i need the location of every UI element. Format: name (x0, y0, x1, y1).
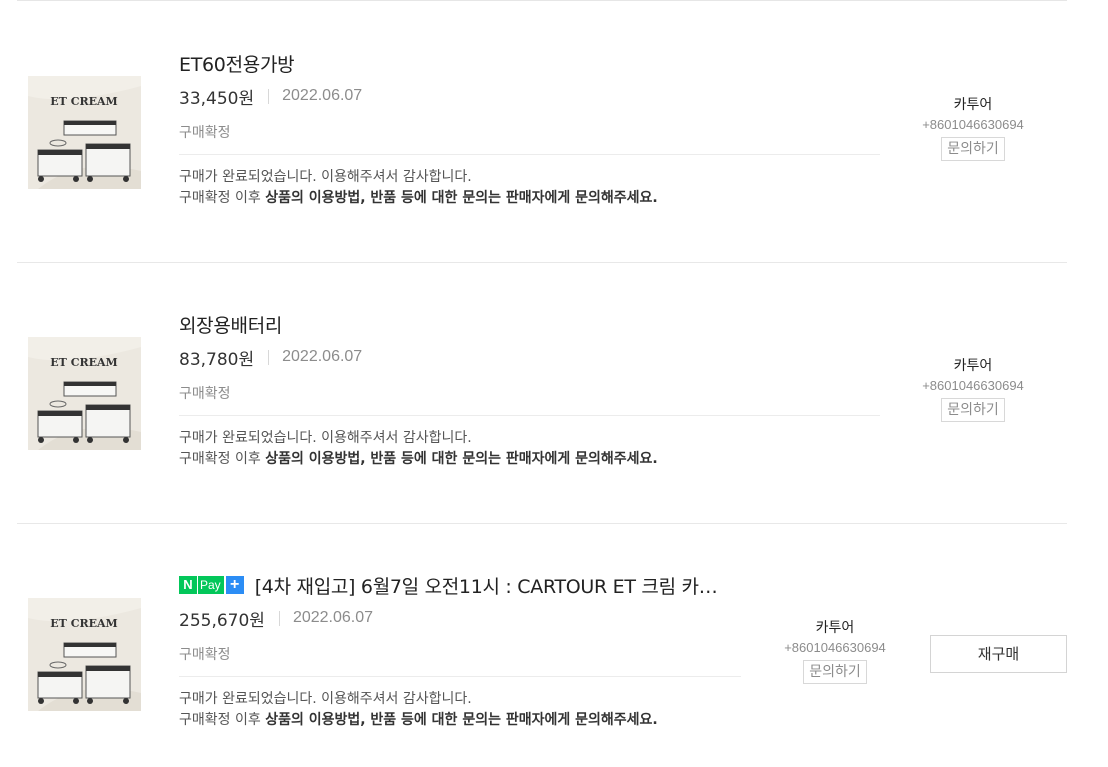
seller-phone: +8601046630694 (784, 640, 886, 655)
seller-info: 카투어 +8601046630694 문의하기 (903, 356, 1043, 422)
product-title-link[interactable]: ET60전용가방 (179, 50, 295, 77)
inquire-button[interactable]: 문의하기 (941, 137, 1005, 161)
order-message: 구매가 완료되었습니다. 이용해주셔서 감사합니다. 구매확정 이후 상품의 이… (179, 689, 658, 731)
price-date-separator (278, 610, 280, 626)
order-message: 구매가 완료되었습니다. 이용해주셔서 감사합니다. 구매확정 이후 상품의 이… (179, 167, 658, 209)
order-status: 구매확정 (179, 647, 231, 663)
message-divider (179, 154, 880, 155)
price-date-separator (268, 88, 270, 104)
seller-name: 카투어 (953, 358, 993, 374)
product-price: 255,670원 (179, 610, 265, 631)
message-line-2: 구매확정 이후 상품의 이용방법, 반품 등에 대한 문의는 판매자에게 문의해… (179, 188, 658, 209)
order-date: 2022.06.07 (292, 609, 374, 626)
message-prefix: 구매확정 이후 (179, 712, 266, 728)
inquire-button[interactable]: 문의하기 (941, 398, 1005, 422)
order-date: 2022.06.07 (282, 87, 363, 104)
thumbnail-logo: ET CREAM (50, 617, 117, 630)
price-row: 33,450원 2022.06.07 (179, 85, 363, 109)
message-line-1: 구매가 완료되었습니다. 이용해주셔서 감사합니다. (179, 430, 472, 446)
order-date: 2022.06.07 (282, 348, 363, 365)
product-thumbnail[interactable]: ET CREAM (28, 598, 141, 711)
thumbnail-logo: ET CREAM (50, 356, 117, 369)
message-divider (179, 676, 741, 677)
message-prefix: 구매확정 이후 (179, 451, 266, 467)
product-title-link[interactable]: 외장용배터리 (179, 311, 282, 338)
product-title-row: N Pay + [4차 재입고] 6월7일 오전11시 : CARTOUR ET… (179, 572, 718, 599)
message-bold: 상품의 이용방법, 반품 등에 대한 문의는 판매자에게 문의해주세요. (265, 190, 658, 206)
message-bold: 상품의 이용방법, 반품 등에 대한 문의는 판매자에게 문의해주세요. (265, 451, 658, 467)
thumbnail-logo: ET CREAM (50, 95, 117, 108)
product-thumbnail[interactable]: ET CREAM (28, 76, 141, 189)
plus-icon: + (225, 576, 244, 594)
product-price: 83,780원 (179, 349, 255, 370)
order-item: ET CREAM ET60전용가방 33,450원 2022.06.07 구매확… (0, 1, 1108, 263)
product-thumbnail[interactable]: ET CREAM (28, 337, 141, 450)
price-date-separator (268, 349, 270, 365)
rebuy-button[interactable]: 재구매 (930, 635, 1067, 673)
message-line-1: 구매가 완료되었습니다. 이용해주셔서 감사합니다. (179, 691, 472, 707)
naver-pay-label: Pay (197, 576, 224, 594)
message-bold: 상품의 이용방법, 반품 등에 대한 문의는 판매자에게 문의해주세요. (265, 712, 658, 728)
message-line-2: 구매확정 이후 상품의 이용방법, 반품 등에 대한 문의는 판매자에게 문의해… (179, 710, 658, 731)
product-image-icon: ET CREAM (28, 76, 141, 189)
order-item: ET CREAM 외장용배터리 83,780원 2022.06.07 구매확정 … (0, 262, 1108, 524)
order-message: 구매가 완료되었습니다. 이용해주셔서 감사합니다. 구매확정 이후 상품의 이… (179, 428, 658, 470)
message-line-1: 구매가 완료되었습니다. 이용해주셔서 감사합니다. (179, 169, 472, 185)
message-prefix: 구매확정 이후 (179, 190, 266, 206)
product-image-icon: ET CREAM (28, 337, 141, 450)
product-image-icon: ET CREAM (28, 598, 141, 711)
seller-phone: +8601046630694 (922, 378, 1024, 393)
naver-pay-badge: N Pay + (179, 576, 244, 594)
order-item: ET CREAM N Pay + [4차 재입고] 6월7일 오전11시 : C… (0, 523, 1108, 767)
inquire-button[interactable]: 문의하기 (803, 660, 867, 684)
order-status: 구매확정 (179, 386, 231, 402)
price-row: 255,670원 2022.06.07 (179, 607, 374, 631)
seller-info: 카투어 +8601046630694 문의하기 (765, 618, 905, 684)
message-line-2: 구매확정 이후 상품의 이용방법, 반품 등에 대한 문의는 판매자에게 문의해… (179, 449, 658, 470)
order-status: 구매확정 (179, 125, 231, 141)
seller-name: 카투어 (815, 620, 855, 636)
product-title-row: ET60전용가방 (179, 50, 295, 77)
seller-info: 카투어 +8601046630694 문의하기 (903, 95, 1043, 161)
seller-name: 카투어 (953, 97, 993, 113)
naver-n-icon: N (179, 576, 197, 594)
product-title-link[interactable]: [4차 재입고] 6월7일 오전11시 : CARTOUR ET 크림 카… (255, 572, 718, 599)
message-divider (179, 415, 880, 416)
product-price: 33,450원 (179, 88, 255, 109)
seller-phone: +8601046630694 (922, 117, 1024, 132)
price-row: 83,780원 2022.06.07 (179, 346, 363, 370)
product-title-row: 외장용배터리 (179, 311, 282, 337)
